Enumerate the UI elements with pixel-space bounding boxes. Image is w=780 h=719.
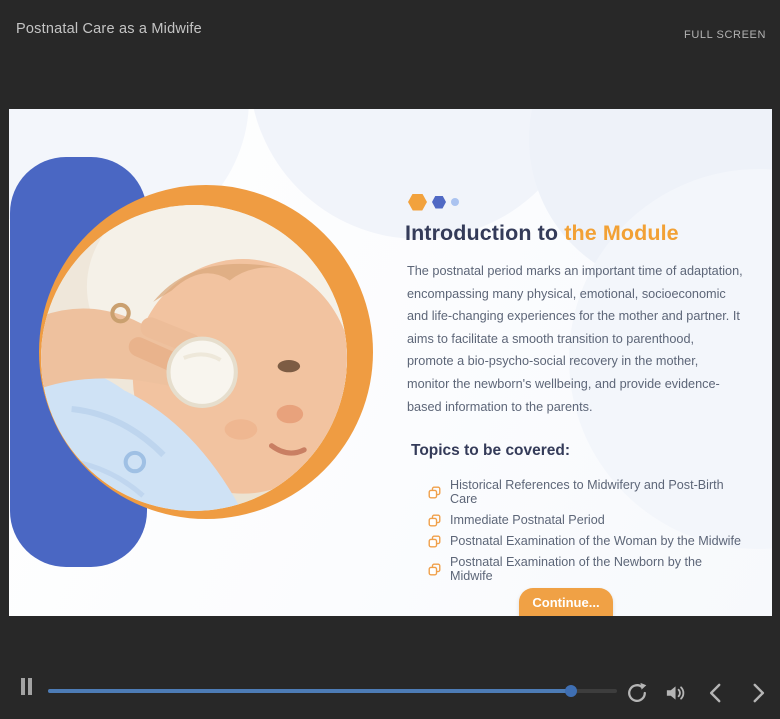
- topic-label: Postnatal Examination of the Woman by th…: [450, 534, 741, 549]
- topics-heading: Topics to be covered:: [411, 442, 571, 460]
- course-player: Postnatal Care as a Midwife FULL SCREEN: [0, 0, 780, 719]
- next-button[interactable]: [745, 680, 771, 706]
- slide-heading: Introduction to the Module: [405, 221, 745, 246]
- volume-button[interactable]: [662, 680, 688, 706]
- topic-item: Postnatal Examination of the Newborn by …: [428, 555, 745, 583]
- slide-photo: [41, 205, 347, 511]
- heading-highlight: the Module: [564, 221, 679, 245]
- slide-body-text: The postnatal period marks an important …: [407, 264, 743, 414]
- slide-stage: Introduction to the Module The postnatal…: [9, 109, 772, 616]
- topic-item: Immediate Postnatal Period: [428, 513, 745, 527]
- seek-handle[interactable]: [565, 685, 578, 697]
- decor-shape-row: [408, 193, 745, 211]
- orange-hexagon-icon: [408, 193, 427, 211]
- topics-list: Historical References to Midwifery and P…: [405, 478, 745, 583]
- seek-bar[interactable]: [48, 685, 617, 697]
- player-bar: [0, 616, 780, 719]
- replay-icon: [628, 682, 647, 702]
- fullscreen-button[interactable]: FULL SCREEN: [678, 28, 772, 42]
- chevron-right-icon: [753, 683, 765, 703]
- pause-button[interactable]: [18, 678, 34, 698]
- topic-label: Postnatal Examination of the Newborn by …: [450, 555, 703, 584]
- topic-label: Immediate Postnatal Period: [450, 513, 605, 528]
- replay-button[interactable]: [624, 680, 650, 706]
- topic-label: Historical References to Midwifery and P…: [450, 478, 724, 507]
- prev-button[interactable]: [703, 680, 729, 706]
- light-blue-dot-icon: [451, 198, 459, 206]
- progress-fill: [48, 685, 578, 697]
- copy-icon: [428, 514, 441, 527]
- continue-button[interactable]: Continue...: [519, 588, 613, 616]
- course-title: Postnatal Care as a Midwife: [16, 21, 202, 37]
- copy-icon: [428, 563, 441, 576]
- slide-content: Introduction to the Module The postnatal…: [405, 193, 745, 590]
- topic-item: Postnatal Examination of the Woman by th…: [428, 534, 745, 548]
- topic-item: Historical References to Midwifery and P…: [428, 478, 745, 506]
- chevron-left-icon: [709, 683, 721, 703]
- copy-icon: [428, 535, 441, 548]
- blue-hexagon-icon: [432, 195, 446, 209]
- volume-icon: [666, 686, 685, 700]
- heading-prefix: Introduction to: [405, 221, 559, 245]
- copy-icon: [428, 486, 441, 499]
- pause-icon: [27, 678, 32, 695]
- pause-icon: [20, 678, 25, 695]
- baby-photo-illustration: [41, 205, 347, 511]
